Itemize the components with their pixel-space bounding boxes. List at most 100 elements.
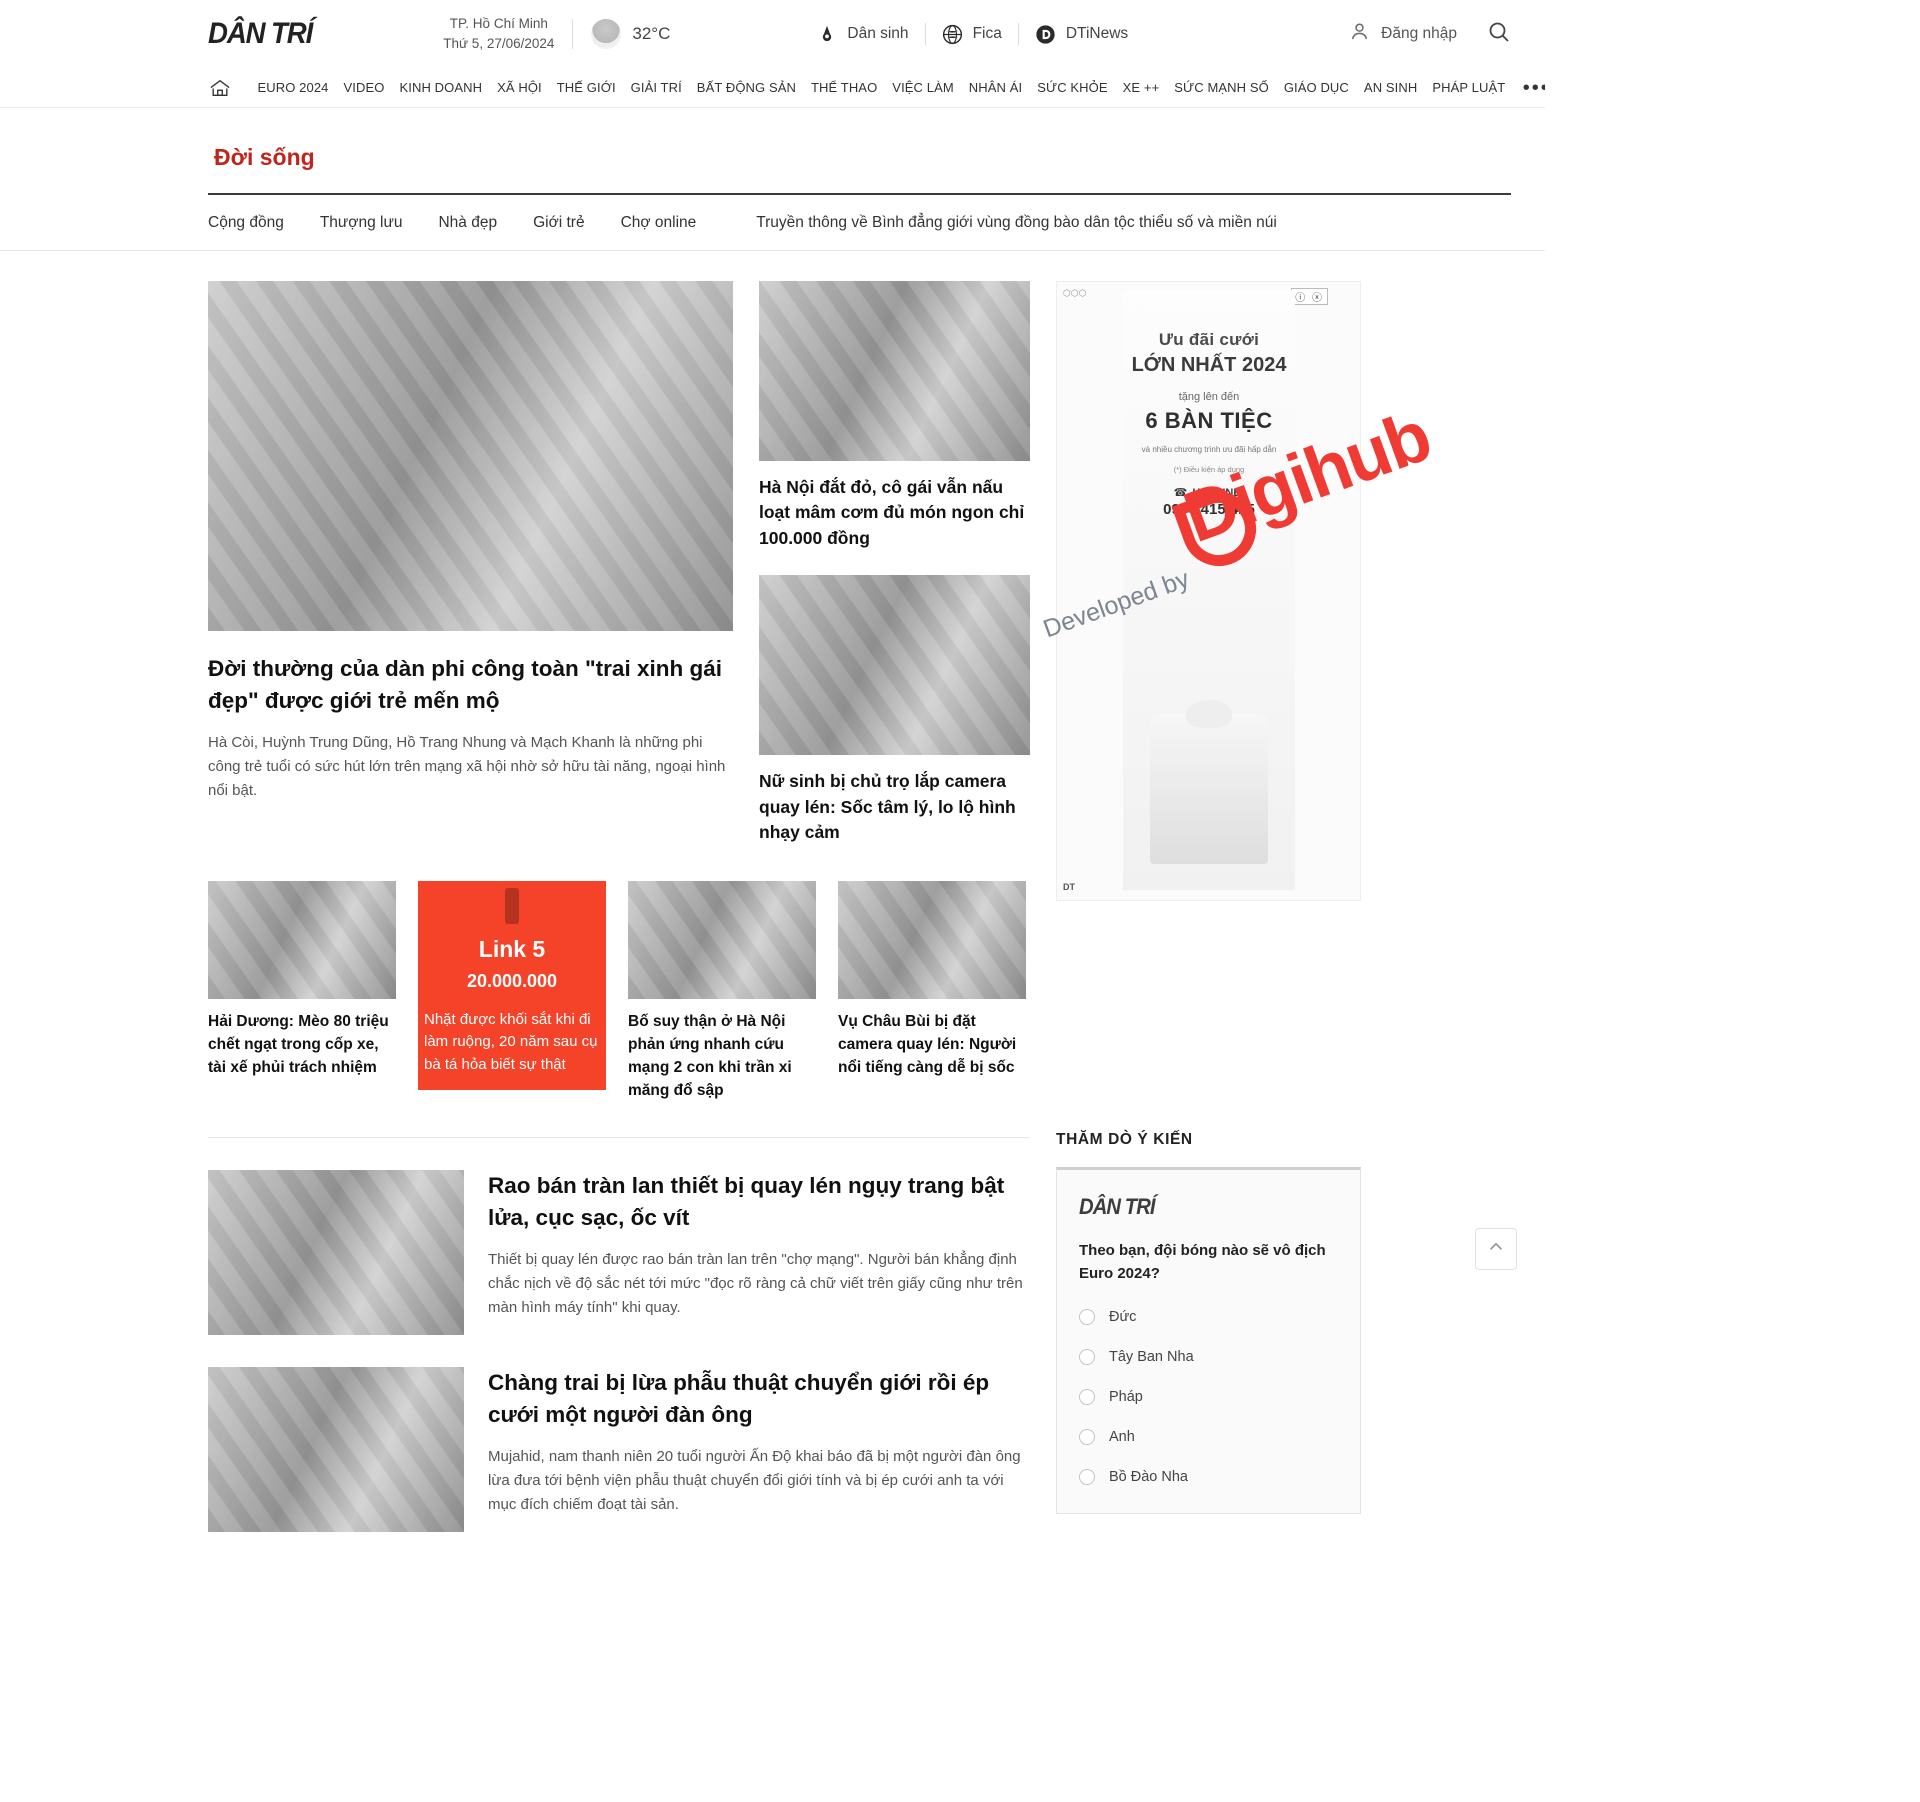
ad-line-3: tặng lên đến: [1178, 391, 1240, 403]
hero-summary: Hà Còi, Huỳnh Trung Dũng, Hồ Trang Nhung…: [208, 733, 726, 800]
list-article-1[interactable]: Chàng trai bị lừa phẫu thuật chuyển giới…: [208, 1335, 1030, 1532]
subnav-item-truyen-thong[interactable]: Truyền thông về Bình đẳng giới vùng đồng…: [732, 214, 1301, 232]
side-article-image[interactable]: [759, 575, 1030, 756]
thumb-image[interactable]: [838, 881, 1026, 1000]
side-article-0[interactable]: Hà Nội đắt đỏ, cô gái vẫn nấu loạt mâm c…: [759, 281, 1030, 551]
poll-box: DÂN TRÍ Theo bạn, đội bóng nào sẽ vô địc…: [1056, 1167, 1361, 1514]
advertisement-banner[interactable]: ⬡⬡⬡ ⓘ ⓧ Ưu đãi cưới LỚN NHẤT 2024 tặng l…: [1056, 281, 1361, 901]
nav-item-15[interactable]: PHÁP LUẬT: [1425, 80, 1513, 95]
thumb-article-2[interactable]: Bố suy thận ở Hà Nội phản ứng nhanh cứu …: [628, 881, 816, 1103]
home-icon[interactable]: [208, 78, 232, 98]
thumb-image[interactable]: [628, 881, 816, 1000]
promo-amount: 20.000.000: [466, 971, 558, 992]
partner-links: Dân sinh Fica DTiNews: [800, 23, 1144, 45]
list-article-body: Chàng trai bị lừa phẫu thuật chuyển giới…: [488, 1367, 1030, 1532]
nav-item-6[interactable]: BẤT ĐỘNG SẢN: [689, 80, 803, 95]
ad-hotline-row: ☎ HOTLINE:: [1174, 486, 1245, 500]
subnav-item-cho-online[interactable]: Chợ online: [621, 214, 721, 232]
nav-item-4[interactable]: THẾ GIỚI: [549, 80, 623, 95]
poll-option-4[interactable]: Bồ Đào Nha: [1079, 1469, 1338, 1485]
thumb-article-3[interactable]: Vụ Châu Bùi bị đặt camera quay lén: Ngườ…: [838, 881, 1026, 1103]
nav-item-2[interactable]: KINH DOANH: [392, 80, 490, 95]
list-article-image[interactable]: [208, 1170, 464, 1335]
page-title[interactable]: Đời sống: [208, 142, 321, 173]
list-article-image[interactable]: [208, 1367, 464, 1532]
nav-item-1[interactable]: VIDEO: [336, 80, 392, 95]
location-label: TP. Hồ Chí Minh: [449, 16, 548, 32]
ad-brand-corner: DT: [1063, 882, 1075, 892]
thumb-article-promo[interactable]: Link 5 20.000.000 Nhặt được khối sắt khi…: [418, 881, 606, 1103]
search-icon[interactable]: [1487, 20, 1511, 49]
hero-image[interactable]: [208, 281, 733, 631]
subnav-item-gioi-tre[interactable]: Giới trẻ: [533, 214, 609, 232]
globe-icon: [942, 23, 964, 45]
nav-item-7[interactable]: THỂ THAO: [804, 80, 885, 95]
side-article-image[interactable]: [759, 281, 1030, 461]
radio-icon[interactable]: [1079, 1469, 1095, 1485]
poll-option-2[interactable]: Pháp: [1079, 1389, 1338, 1405]
nav-item-3[interactable]: XÃ HỘI: [490, 80, 550, 95]
ad-line-1: Ưu đãi cưới: [1158, 330, 1260, 349]
weather-widget: 32°C: [591, 19, 670, 49]
thumb-article-0[interactable]: Hải Dương: Mèo 80 triệu chết ngạt trong …: [208, 881, 396, 1103]
partner-link-dan-sinh[interactable]: Dân sinh: [800, 23, 924, 45]
ad-close-icon[interactable]: ⓘ ⓧ: [1291, 288, 1328, 305]
site-logo[interactable]: DÂN TRÍ: [208, 17, 313, 51]
partner-link-fica[interactable]: Fica: [924, 23, 1018, 45]
side-article-1[interactable]: Nữ sinh bị chủ trọ lắp camera quay lén: …: [759, 575, 1030, 845]
subnav-item-nha-dep[interactable]: Nhà đẹp: [438, 214, 521, 232]
list-article-title[interactable]: Chàng trai bị lừa phẫu thuật chuyển giới…: [488, 1367, 1030, 1431]
poll-option-3[interactable]: Anh: [1079, 1429, 1338, 1445]
nav-item-11[interactable]: XE ++: [1115, 80, 1167, 95]
dtinews-circle-icon: [1035, 23, 1057, 45]
partner-link-dtinews[interactable]: DTiNews: [1017, 23, 1144, 45]
thumb-title[interactable]: Nhặt được khối sắt khi đi làm ruộng, 20 …: [418, 999, 606, 1090]
poll-option-label: Anh: [1109, 1429, 1135, 1445]
thumb-title[interactable]: Vụ Châu Bùi bị đặt camera quay lén: Ngườ…: [838, 1011, 1026, 1080]
nav-item-8[interactable]: VIỆC LÀM: [885, 80, 961, 95]
hero-row: Đời thường của dàn phi công toàn "trai x…: [208, 281, 1030, 845]
thumb-image[interactable]: [208, 881, 396, 1000]
radio-icon[interactable]: [1079, 1429, 1095, 1445]
nav-item-10[interactable]: SỨC KHỎE: [1030, 80, 1115, 95]
subnav-item-cong-dong[interactable]: Cộng đồng: [208, 214, 308, 232]
cloud-icon: [591, 19, 622, 49]
poll-option-label: Đức: [1109, 1309, 1137, 1325]
poll-option-1[interactable]: Tây Ban Nha: [1079, 1349, 1338, 1365]
promo-banner[interactable]: Link 5 20.000.000: [418, 881, 606, 1000]
list-article-0[interactable]: Rao bán tràn lan thiết bị quay lén ngụy …: [208, 1138, 1030, 1335]
nav-item-12[interactable]: SỨC MẠNH SỐ: [1167, 80, 1277, 95]
ad-line-2: LỚN NHẤT 2024: [1131, 354, 1287, 376]
radio-icon[interactable]: [1079, 1349, 1095, 1365]
side-article-title[interactable]: Nữ sinh bị chủ trọ lắp camera quay lén: …: [759, 769, 1030, 845]
nav-item-0[interactable]: EURO 2024: [250, 80, 336, 95]
section-subnav: Cộng đồng Thượng lưu Nhà đẹp Giới trẻ Ch…: [0, 195, 1545, 251]
nav-more-button[interactable]: •••: [1513, 78, 1545, 98]
hero-article[interactable]: Đời thường của dàn phi công toàn "trai x…: [208, 281, 733, 845]
nav-item-5[interactable]: GIẢI TRÍ: [623, 80, 689, 95]
nav-item-9[interactable]: NHÂN ÁI: [961, 80, 1029, 95]
poll-logo: DÂN TRÍ: [1079, 1194, 1156, 1219]
radio-icon[interactable]: [1079, 1309, 1095, 1325]
list-article-body: Rao bán tràn lan thiết bị quay lén ngụy …: [488, 1170, 1030, 1335]
subnav-item-thuong-luu[interactable]: Thượng lưu: [320, 214, 427, 232]
nav-item-14[interactable]: AN SINH: [1356, 80, 1424, 95]
right-rail: ⬡⬡⬡ ⓘ ⓧ Ưu đãi cưới LỚN NHẤT 2024 tặng l…: [1056, 281, 1361, 1514]
list-article-title[interactable]: Rao bán tràn lan thiết bị quay lén ngụy …: [488, 1170, 1030, 1234]
temperature-label: 32°C: [632, 24, 671, 43]
thumb-title[interactable]: Bố suy thận ở Hà Nội phản ứng nhanh cứu …: [628, 1011, 816, 1103]
partner-label: Fica: [972, 25, 1002, 42]
location-date-block: TP. Hồ Chí Minh Thứ 5, 27/06/2024: [443, 14, 554, 53]
ad-line-4: 6 BÀN TIỆC: [1145, 408, 1273, 433]
hero-title[interactable]: Đời thường của dàn phi công toàn "trai x…: [208, 653, 733, 717]
user-area: Đăng nhập: [1348, 20, 1511, 49]
thumb-title[interactable]: Hải Dương: Mèo 80 triệu chết ngạt trong …: [208, 1011, 396, 1080]
side-article-title[interactable]: Hà Nội đắt đỏ, cô gái vẫn nấu loạt mâm c…: [759, 475, 1030, 551]
poll-option-label: Bồ Đào Nha: [1109, 1469, 1188, 1485]
ad-line-6: (*) Điều kiện áp dụng: [1173, 465, 1245, 474]
nav-item-13[interactable]: GIÁO DỤC: [1276, 80, 1356, 95]
poll-option-0[interactable]: Đức: [1079, 1309, 1338, 1325]
login-button[interactable]: Đăng nhập: [1348, 20, 1457, 48]
radio-icon[interactable]: [1079, 1389, 1095, 1405]
scroll-to-top-button[interactable]: [1475, 1228, 1517, 1270]
